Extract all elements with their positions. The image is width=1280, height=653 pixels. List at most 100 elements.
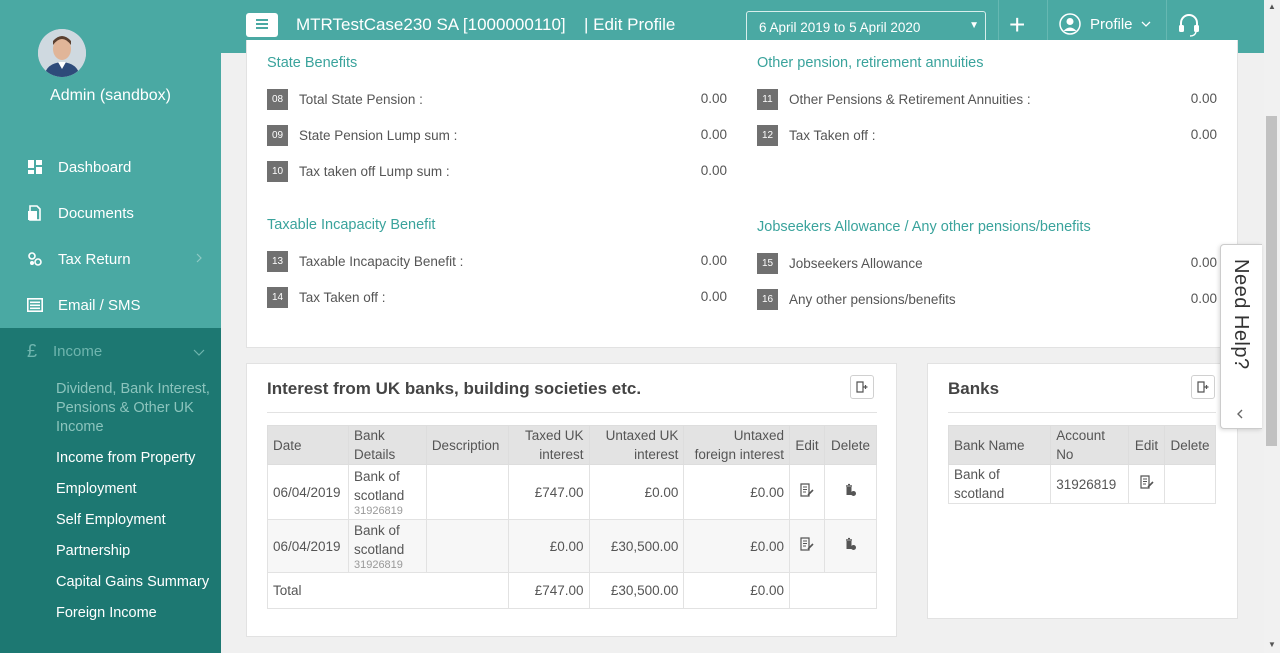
cell-edit [1128, 464, 1165, 504]
cell-edit [788, 519, 825, 573]
field-label: State Pension Lump sum : [299, 127, 458, 143]
avatar[interactable] [38, 29, 86, 77]
account-number: 31926819 [353, 504, 403, 517]
add-bank-button[interactable] [1191, 375, 1215, 399]
field-row: 10 Tax taken off Lump sum : [267, 160, 450, 182]
submenu-capital-gains-summary[interactable]: Capital Gains Summary [56, 573, 218, 592]
field-label: Taxable Incapacity Benefit : [299, 253, 464, 269]
add-document-icon [856, 381, 868, 393]
profile-menu[interactable]: Profile [1059, 13, 1151, 35]
edit-icon[interactable] [800, 536, 814, 551]
delete-icon[interactable] [843, 483, 857, 497]
menu-toggle-button[interactable] [246, 13, 278, 37]
box-number: 12 [757, 124, 778, 146]
cell-foreign: £0.00 [683, 464, 790, 520]
column-header: Description [425, 425, 509, 465]
sidebar-item-income[interactable]: £ Income [0, 328, 221, 374]
cell-delete [823, 464, 878, 520]
column-header: Date [267, 425, 349, 465]
sidebar-nav: Dashboard Documents Tax Return Email / S… [0, 144, 221, 328]
state-benefits-title: State Benefits [267, 55, 358, 71]
sidebar-item-label: Income [53, 342, 103, 360]
field-value: 0.00 [700, 289, 727, 304]
box-number: 16 [757, 288, 778, 310]
box-number: 13 [267, 250, 288, 272]
need-help-tab[interactable]: Need Help? [1220, 244, 1262, 429]
submenu-partnership[interactable]: Partnership [56, 542, 218, 561]
box-number: 08 [267, 88, 288, 110]
banks-title: Banks [948, 379, 1000, 398]
total-taxed: £747.00 [507, 572, 590, 609]
interest-table: Date Bank Details Description Taxed UK i… [267, 425, 878, 609]
sidebar-item-label: Tax Return [58, 250, 131, 268]
pound-icon: £ [27, 340, 38, 361]
chevron-down-icon [1141, 21, 1151, 27]
table-row: Bank of scotland 31926819 [947, 464, 1216, 504]
scroll-thumb[interactable] [1266, 116, 1277, 446]
column-header: Untaxed UK interest [588, 425, 685, 465]
sidebar: Admin (sandbox) Dashboard Documents Tax … [0, 0, 221, 653]
total-label: Total [267, 572, 509, 609]
delete-icon[interactable] [843, 537, 857, 551]
total-empty [788, 572, 878, 609]
column-header: Account No [1050, 425, 1130, 465]
field-value: 0.00 [1190, 127, 1217, 142]
cell-date: 06/04/2019 [267, 519, 349, 573]
headset-icon[interactable] [1177, 12, 1201, 43]
tax-year-select[interactable]: 6 April 2019 to 5 April 2020 ▼ [746, 11, 986, 43]
scroll-up-icon[interactable]: ▲ [1268, 2, 1276, 11]
pensions-benefits-panel: State Benefits 08 Total State Pension : … [246, 40, 1238, 348]
page-scrollbar[interactable]: ▲ ▼ [1264, 0, 1280, 653]
edit-icon[interactable] [1139, 474, 1154, 489]
field-value: 0.00 [1190, 255, 1217, 270]
table-row: 06/04/2019 Bank of scotland 31926819 £74… [267, 464, 878, 520]
edit-profile-link[interactable]: | Edit Profile [584, 15, 675, 35]
column-header: Untaxed foreign interest [683, 425, 790, 465]
dropdown-caret-icon: ▼ [969, 20, 979, 31]
sidebar-item-dashboard[interactable]: Dashboard [0, 144, 221, 190]
column-header: Delete [1164, 425, 1216, 465]
sidebar-item-tax-return[interactable]: Tax Return [0, 236, 221, 282]
chevron-right-icon [195, 251, 203, 268]
field-row: 15 Jobseekers Allowance [757, 252, 923, 274]
field-row: 08 Total State Pension : [267, 88, 423, 110]
field-label: Tax Taken off : [789, 127, 876, 143]
column-header: Bank Details [347, 425, 427, 465]
total-untaxed: £30,500.00 [588, 572, 685, 609]
sidebar-item-documents[interactable]: Documents [0, 190, 221, 236]
field-label: Any other pensions/benefits [789, 291, 956, 307]
box-number: 09 [267, 124, 288, 146]
field-label: Tax taken off Lump sum : [299, 163, 450, 179]
divider [948, 412, 1216, 413]
submenu-employment[interactable]: Employment [56, 480, 218, 499]
edit-icon[interactable] [800, 482, 814, 497]
table-total-row: Total £747.00 £30,500.00 £0.00 [267, 572, 878, 609]
user-icon [1059, 13, 1081, 35]
scroll-down-icon[interactable]: ▼ [1268, 640, 1276, 649]
add-document-icon [1197, 381, 1209, 393]
add-interest-button[interactable] [850, 375, 874, 399]
admin-name: Admin (sandbox) [50, 87, 171, 104]
column-header: Taxed UK interest [507, 425, 590, 465]
submenu-income-from-property[interactable]: Income from Property [56, 449, 218, 468]
chevron-down-icon [193, 344, 205, 361]
interest-title: Interest from UK banks, building societi… [267, 379, 642, 398]
sidebar-item-email-sms[interactable]: Email / SMS [0, 282, 221, 328]
total-foreign: £0.00 [683, 572, 790, 609]
submenu-foreign-income[interactable]: Foreign Income [56, 604, 218, 623]
cell-account-no: 31926819 [1050, 464, 1130, 504]
submenu-dividend-bank-interest[interactable]: Dividend, Bank Interest, Pensions & Othe… [56, 380, 218, 437]
box-number: 14 [267, 286, 288, 308]
submenu-self-employment[interactable]: Self Employment [56, 511, 218, 530]
add-button[interactable]: + [1009, 9, 1025, 41]
field-value: 0.00 [1190, 91, 1217, 106]
documents-icon [26, 204, 44, 222]
box-number: 11 [757, 88, 778, 110]
chevron-left-icon[interactable] [1236, 408, 1244, 423]
cell-edit [788, 464, 825, 520]
tax-return-icon [26, 250, 44, 268]
field-value: 0.00 [1190, 291, 1217, 306]
column-header: Edit [788, 425, 825, 465]
dashboard-icon [26, 158, 44, 176]
column-header: Edit [1128, 425, 1165, 465]
